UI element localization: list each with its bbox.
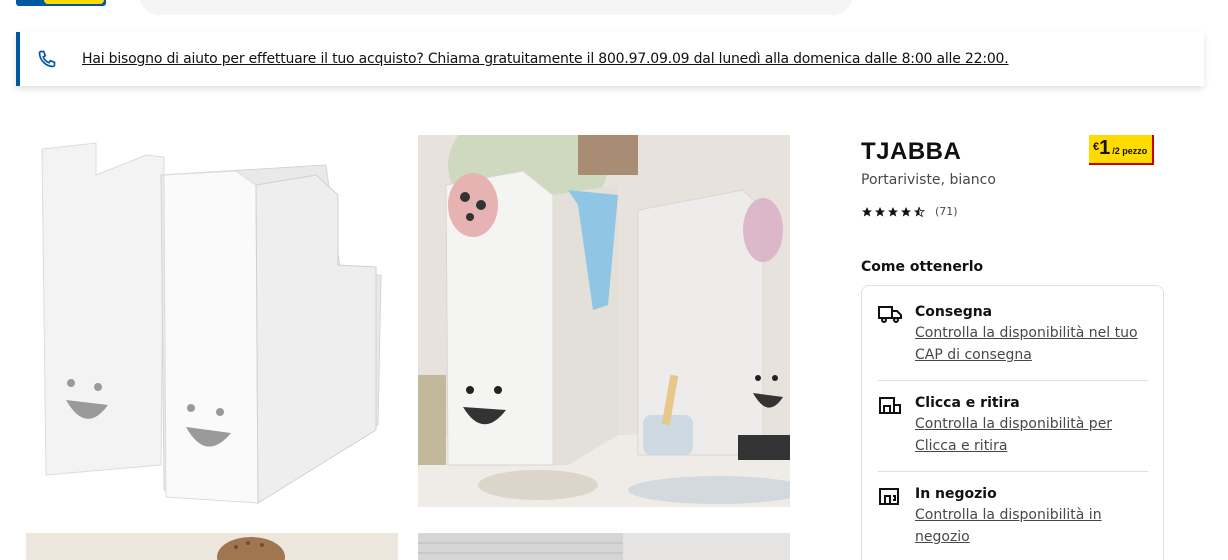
rating-stars bbox=[861, 206, 925, 218]
click-collect-availability-link[interactable]: Controlla la disponibilità per Clicca e … bbox=[915, 413, 1112, 457]
divider bbox=[878, 380, 1148, 381]
phone-icon bbox=[36, 48, 58, 70]
star-icon bbox=[901, 206, 911, 216]
product-rating[interactable]: (71) bbox=[861, 205, 958, 218]
link-line: Controlla la disponibilità per bbox=[915, 416, 1113, 432]
half-star-icon bbox=[914, 206, 925, 217]
availability-options: Consegna Controlla la disponibilità nel … bbox=[861, 285, 1164, 560]
link-line: Controlla la disponibilità in bbox=[915, 507, 1102, 523]
how-to-get-title: Come ottenerlo bbox=[861, 259, 984, 275]
store-icon bbox=[878, 486, 902, 508]
option-click-collect: Clicca e ritira Controlla la disponibili… bbox=[878, 395, 1148, 457]
option-in-store: In negozio Controlla la disponibilità in… bbox=[878, 486, 1148, 548]
rating-count: (71) bbox=[935, 205, 958, 218]
star-icon bbox=[875, 206, 885, 216]
help-banner: Hai bisogno di aiuto per effettuare il t… bbox=[16, 32, 1204, 86]
store-availability-link[interactable]: Controlla la disponibilità in negozio bbox=[915, 504, 1102, 548]
divider bbox=[878, 471, 1148, 472]
option-in-store-text: In negozio Controlla la disponibilità in… bbox=[915, 486, 1102, 548]
link-line: Clicca e ritira bbox=[915, 438, 1008, 454]
option-title: Clicca e ritira bbox=[915, 395, 1020, 411]
product-image-3[interactable] bbox=[26, 533, 398, 560]
help-phone-link[interactable]: Hai bisogno di aiuto per effettuare il t… bbox=[82, 51, 1009, 67]
option-title: In negozio bbox=[915, 486, 997, 502]
product-image-lifestyle[interactable] bbox=[418, 135, 790, 507]
ikea-logo[interactable] bbox=[16, 0, 106, 6]
truck-icon bbox=[878, 304, 902, 326]
click-collect-icon bbox=[878, 395, 902, 417]
price-tag: € 1 /2 pezzo bbox=[1089, 135, 1155, 165]
option-title: Consegna bbox=[915, 304, 993, 320]
link-line: Controlla la disponibilità nel tuo bbox=[915, 325, 1138, 341]
logo-yellow-mark bbox=[44, 0, 104, 4]
star-icon bbox=[888, 206, 898, 216]
price-value: 1 bbox=[1099, 137, 1111, 159]
product-image-white-background[interactable] bbox=[26, 135, 398, 507]
star-icon bbox=[862, 206, 872, 216]
link-line: negozio bbox=[915, 529, 970, 545]
option-click-collect-text: Clicca e ritira Controlla la disponibili… bbox=[915, 395, 1112, 457]
product-description: Portariviste, bianco bbox=[861, 172, 996, 188]
option-delivery: Consegna Controlla la disponibilità nel … bbox=[878, 304, 1148, 366]
search-bar[interactable] bbox=[138, 0, 854, 15]
delivery-availability-link[interactable]: Controlla la disponibilità nel tuo CAP d… bbox=[915, 322, 1138, 366]
price-unit: /2 pezzo bbox=[1112, 146, 1148, 156]
link-line: CAP di consegna bbox=[915, 347, 1032, 363]
product-image-4[interactable] bbox=[418, 533, 790, 560]
option-delivery-text: Consegna Controlla la disponibilità nel … bbox=[915, 304, 1138, 366]
